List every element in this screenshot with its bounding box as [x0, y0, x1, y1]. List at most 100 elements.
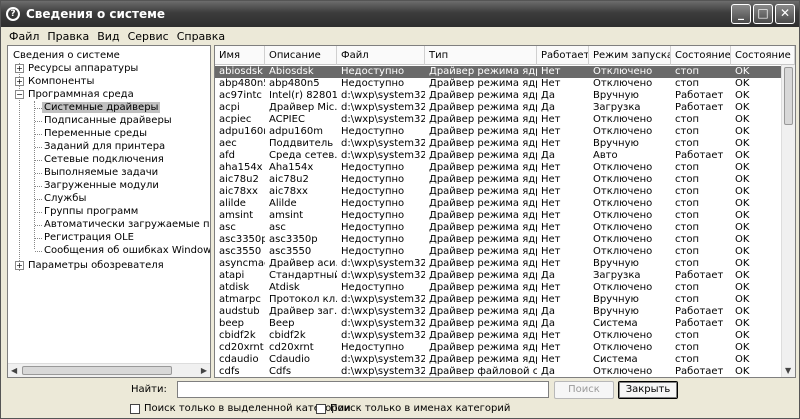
column-header-start-mode[interactable]: Режим запуска: [589, 46, 671, 65]
column-header-status[interactable]: Состояние: [731, 46, 795, 65]
cell-state: стоп: [675, 222, 699, 233]
maximize-button[interactable]: □: [753, 4, 773, 24]
title-bar[interactable]: ? Сведения о системе _ □ ✕: [1, 1, 799, 27]
table-row[interactable]: afd Среда сетев... d:\wxp\system32\... Драй…: [215, 150, 781, 162]
column-header-name[interactable]: Имя: [215, 46, 265, 65]
column-header-description[interactable]: Описание: [265, 46, 337, 65]
tree-child-startup-programs[interactable]: Автоматически загружаемые программы: [44, 219, 210, 230]
drivers-table[interactable]: Имя Описание Файл Тип Работает Режим зап…: [214, 45, 796, 378]
table-row[interactable]: acpi Драйвер Mic... d:\wxp\system32\... Дра…: [215, 102, 781, 114]
menu-help[interactable]: Справка: [173, 30, 229, 43]
cell-description: Протокол кл...: [269, 294, 337, 305]
cell-state: стоп: [675, 342, 699, 353]
close-button[interactable]: Закрыть: [618, 381, 678, 399]
table-row[interactable]: atdisk Atdisk Недоступно Драйвер режима ядр…: [215, 282, 781, 294]
table-vertical-scrollbar[interactable]: ▼: [781, 65, 795, 377]
column-header-running[interactable]: Работает: [537, 46, 589, 65]
table-row[interactable]: aic78xx aic78xx Недоступно Драйвер режима я…: [215, 186, 781, 198]
table-row[interactable]: audstub Драйвер заг... d:\wxp\system32\...…: [215, 306, 781, 318]
cell-name: abp480n5: [219, 78, 265, 89]
tree-child-env-vars[interactable]: Переменные среды: [44, 128, 147, 139]
cell-running: Нет: [541, 126, 561, 137]
scroll-thumb[interactable]: [784, 67, 793, 125]
column-header-file[interactable]: Файл: [337, 46, 425, 65]
table-row[interactable]: aha154x Aha154x Недоступно Драйвер режима я…: [215, 162, 781, 174]
tree-child-program-groups[interactable]: Группы программ: [44, 206, 138, 217]
table-row[interactable]: beep Beep d:\wxp\system32\... Драйвер режим…: [215, 318, 781, 330]
tree-branch: [35, 251, 42, 252]
collapse-icon[interactable]: −: [15, 90, 24, 99]
expand-icon[interactable]: +: [15, 77, 24, 86]
cell-running: Нет: [541, 66, 561, 77]
checkbox-category-names[interactable]: Поиск только в именах категорий: [316, 403, 510, 414]
tree-child-signed-drivers[interactable]: Подписанные драйверы: [44, 115, 172, 126]
tree-child-system-drivers[interactable]: Системные драйверы: [42, 102, 161, 113]
checkbox-icon[interactable]: [316, 403, 326, 414]
scroll-left-icon[interactable]: ◀: [11, 366, 17, 375]
tree-item-hardware[interactable]: Ресурсы аппаратуры: [28, 63, 138, 74]
table-row[interactable]: cdaudio Cdaudio d:\wxp\system32\... Драйвер…: [215, 354, 781, 366]
table-row[interactable]: adpu160m adpu160m Недоступно Драйвер режима…: [215, 126, 781, 138]
table-row[interactable]: cbidf2k cbidf2k d:\wxp\system32\... Драйвер…: [215, 330, 781, 342]
table-row[interactable]: asc asc Недоступно Драйвер режима ядра Нет От…: [215, 222, 781, 234]
menu-view[interactable]: Вид: [93, 30, 123, 43]
search-button[interactable]: Поиск: [554, 381, 614, 399]
tree-child-loaded-modules[interactable]: Загруженные модули: [44, 180, 159, 191]
table-row[interactable]: acpiec ACPIEC d:\wxp\system32\... Драйвер р…: [215, 114, 781, 126]
cell-file: d:\wxp\system32\...: [341, 294, 425, 305]
scroll-down-icon[interactable]: ▼: [785, 366, 791, 375]
table-row[interactable]: alilde Alilde Недоступно Драйвер режима ядр…: [215, 198, 781, 210]
tree-child-ole-registration[interactable]: Регистрация OLE: [44, 232, 134, 243]
minimize-button[interactable]: _: [731, 4, 751, 24]
table-row[interactable]: ac97intc Intel(r) 82801 ... d:\wxp\system3…: [215, 90, 781, 102]
tree-item-browser-settings[interactable]: Параметры обозревателя: [28, 260, 164, 271]
tree-item-software[interactable]: Программная среда: [28, 89, 134, 100]
table-row[interactable]: asyncmac Драйвер аси... d:\wxp\system32\..…: [215, 258, 781, 270]
table-row[interactable]: asc3350p asc3350p Недоступно Драйвер режима…: [215, 234, 781, 246]
tree-branch: [35, 199, 42, 200]
menu-edit[interactable]: Правка: [43, 30, 93, 43]
cell-state: стоп: [675, 246, 699, 257]
cell-start-mode: Отключено: [593, 282, 653, 293]
table-row[interactable]: atmarpc Протокол кл... d:\wxp\system32\...…: [215, 294, 781, 306]
tree-child-print-jobs[interactable]: Заданий для принтера: [44, 141, 165, 152]
tree-child-services[interactable]: Службы: [44, 193, 86, 204]
cell-file: Недоступно: [341, 342, 405, 353]
cell-name: beep: [219, 318, 244, 329]
scroll-right-icon[interactable]: ▶: [201, 366, 207, 375]
cell-type: Драйвер режима ядра: [429, 270, 537, 281]
table-row[interactable]: cdfs Cdfs d:\wxp\system32\... Драйвер файло…: [215, 366, 781, 377]
cell-state: Работает: [675, 306, 724, 317]
column-header-state[interactable]: Состояние: [671, 46, 731, 65]
expand-icon[interactable]: +: [15, 261, 24, 270]
table-row[interactable]: asc3550 asc3550 Недоступно Драйвер режима я…: [215, 246, 781, 258]
cell-start-mode: Отключено: [593, 342, 653, 353]
search-input[interactable]: [177, 381, 549, 398]
checkbox-icon[interactable]: [130, 403, 140, 414]
table-row[interactable]: abp480n5 abp480n5 Недоступно Драйвер режима…: [215, 78, 781, 90]
tree-item-components[interactable]: Компоненты: [28, 76, 94, 87]
cell-running: Да: [541, 90, 555, 101]
table-row[interactable]: aic78u2 aic78u2 Недоступно Драйвер режима я…: [215, 174, 781, 186]
table-row[interactable]: cd20xrnt cd20xrnt Недоступно Драйвер режима…: [215, 342, 781, 354]
close-window-button[interactable]: ✕: [775, 4, 795, 24]
cell-running: Нет: [541, 246, 561, 257]
tree-horizontal-scrollbar[interactable]: ◀ ▶: [8, 363, 210, 377]
tree-root[interactable]: Сведения о системе: [13, 50, 120, 61]
cell-type: Драйвер файловой си...: [429, 366, 537, 377]
cell-file: d:\wxp\system32\...: [341, 318, 425, 329]
tree-child-running-tasks[interactable]: Выполняемые задачи: [44, 167, 158, 178]
tree-child-windows-error-reporting[interactable]: Сообщения об ошибках Windows: [44, 245, 210, 256]
menu-tools[interactable]: Сервис: [124, 30, 173, 43]
menu-file[interactable]: Файл: [5, 30, 43, 43]
expand-icon[interactable]: +: [15, 64, 24, 73]
scroll-thumb[interactable]: [22, 366, 172, 375]
table-row[interactable]: amsint amsint Недоступно Драйвер режима ядр…: [215, 210, 781, 222]
table-row[interactable]: atapi Стандартный... d:\wxp\system32\... Др…: [215, 270, 781, 282]
table-row[interactable]: aec Поддвитель ... d:\wxp\system32\... Драй…: [215, 138, 781, 150]
category-tree[interactable]: Сведения о системе + Ресурсы аппаратуры …: [7, 45, 211, 378]
column-header-type[interactable]: Тип: [425, 46, 537, 65]
cell-type: Драйвер режима ядра: [429, 102, 537, 113]
tree-child-network-connections[interactable]: Сетевые подключения: [44, 154, 164, 165]
table-row[interactable]: abiosdsk Abiosdsk Недоступно Драйвер режима…: [215, 66, 781, 78]
